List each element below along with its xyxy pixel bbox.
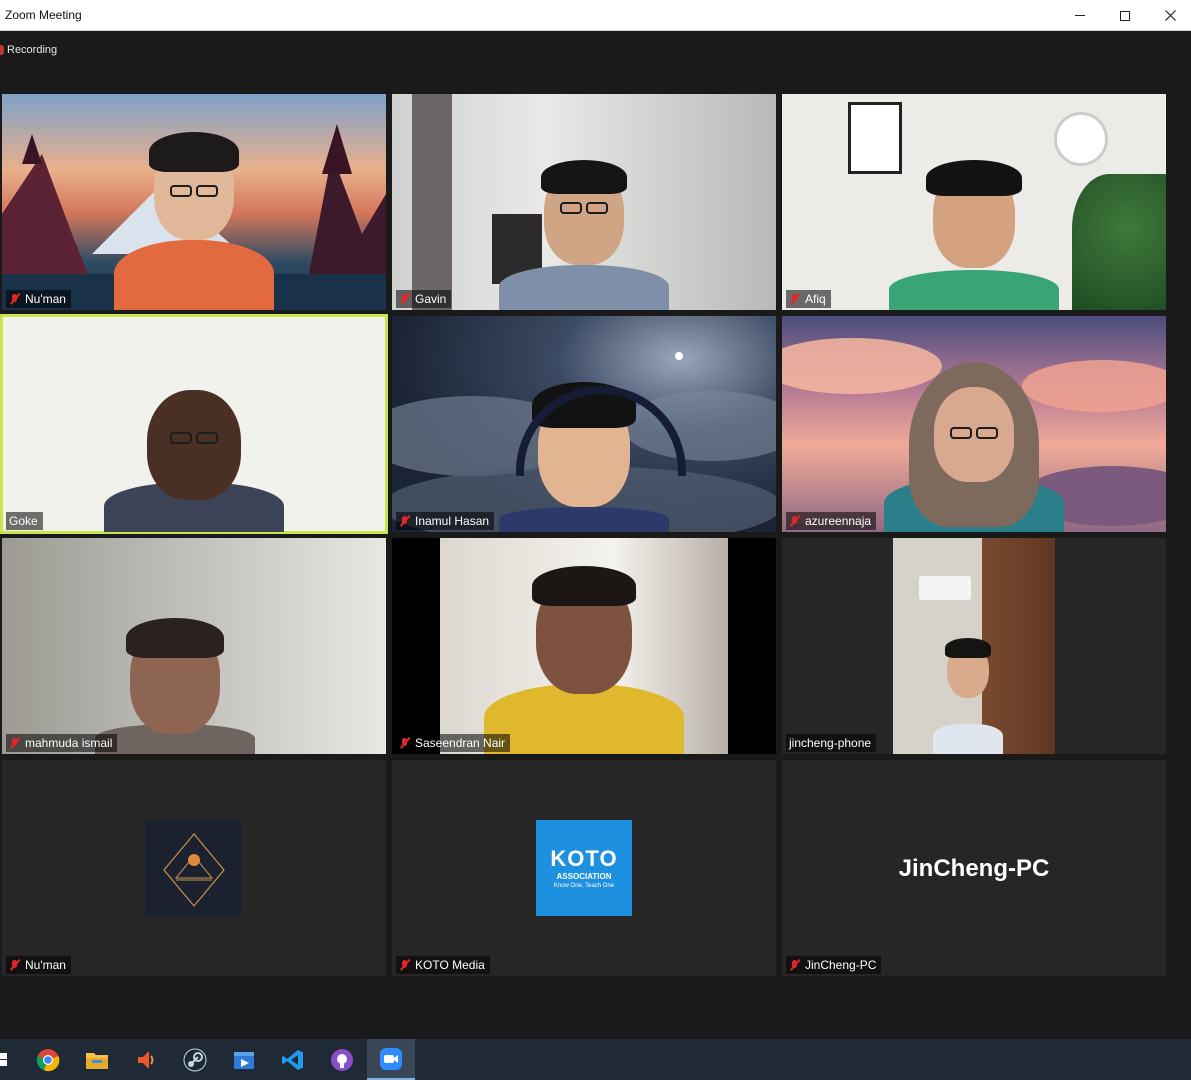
taskbar-audio-app[interactable] [122,1039,170,1080]
participant-name-tag: jincheng-phone [786,734,877,752]
participant-name: jincheng-phone [789,736,872,750]
participant-video [884,140,1064,310]
participant-name: JinCheng-PC [805,958,877,972]
koto-logo-tagline: Know One, Teach One [553,883,615,889]
maximize-icon [1120,10,1130,21]
taskbar-steam[interactable] [171,1039,219,1080]
participant-video [879,342,1069,532]
video-tile[interactable]: azureennaja [782,316,1166,532]
github-icon [331,1048,353,1071]
recording-label: Recording [7,44,58,56]
participant-name: Saseendran Nair [415,736,506,750]
steam-icon [183,1048,207,1071]
taskbar-video-editor[interactable] [220,1039,268,1080]
video-tile[interactable]: Inamul Hasan [392,316,776,532]
taskbar-zoom[interactable] [367,1039,415,1080]
participant-name-tag: Goke [6,512,43,530]
zoom-icon [380,1047,402,1070]
participant-video [933,638,1003,754]
participant-name-tag: azureennaja [786,512,877,530]
video-tile[interactable]: jincheng-phone [782,538,1166,754]
window-title: Zoom Meeting [5,8,82,22]
koto-logo: KOTO ASSOCIATION Know One, Teach One [536,820,632,916]
muted-mic-icon [789,515,801,527]
participant-name-tag: Inamul Hasan [396,512,495,530]
participant-video [104,362,284,532]
participant-name: Nu'man [25,958,66,972]
recording-dot-icon [0,45,4,55]
participant-name-tag: Gavin [396,290,452,308]
muted-mic-icon [789,293,801,305]
participant-name: Gavin [415,292,447,306]
air-conditioner [919,576,971,600]
participant-name-tag: mahmuda ismail [6,734,118,752]
profile-picture [146,820,242,916]
window-title-bar: Zoom Meeting [0,0,1191,31]
video-tile[interactable]: Nu'man [2,94,386,310]
muted-mic-icon [399,293,411,305]
video-tile[interactable]: Gavin [392,94,776,310]
participant-name: Inamul Hasan [415,514,490,528]
muted-mic-icon [9,959,21,971]
video-tile[interactable]: mahmuda ismail [2,538,386,754]
windows-start-button[interactable] [0,1039,12,1080]
video-tile[interactable]: Saseendran Nair [392,538,776,754]
muted-mic-icon [789,959,801,971]
participant-video [484,554,684,754]
chrome-icon [36,1048,60,1071]
participant-name: Nu'man [25,292,66,306]
participant-name-tag: Saseendran Nair [396,734,511,752]
muted-mic-icon [9,737,21,749]
video-tile-active-speaker[interactable]: Goke [0,314,388,534]
participant-name: mahmuda ismail [25,736,113,750]
taskbar [0,1039,1191,1080]
minimize-icon [1075,15,1085,16]
koto-logo-subtitle: ASSOCIATION [556,872,612,881]
vscode-icon [282,1049,303,1070]
taskbar-github-desktop[interactable] [318,1039,366,1080]
muted-mic-icon [399,959,411,971]
minimize-button[interactable] [1057,0,1103,31]
participant-name: Goke [9,514,38,528]
plant [1072,174,1166,310]
participant-name: Afiq [805,292,826,306]
mountain-logo-icon [163,833,225,907]
participant-video [109,110,279,310]
portrait-video-frame [893,538,1055,754]
koto-logo-title: KOTO [550,846,618,871]
participant-name: azureennaja [805,514,872,528]
taskbar-chrome[interactable] [24,1039,72,1080]
participant-name-tag: JinCheng-PC [786,956,882,974]
participant-name-tag: Afiq [786,290,831,308]
taskbar-vscode[interactable] [269,1039,317,1080]
taskbar-file-explorer[interactable] [73,1039,121,1080]
participant-display-name: JinCheng-PC [898,855,1050,882]
participant-name-tag: Nu'man [6,290,71,308]
close-button[interactable] [1147,0,1191,31]
muted-mic-icon [9,293,21,305]
participant-name-tag: KOTO Media [396,956,490,974]
video-tile[interactable]: Afiq [782,94,1166,310]
windows-logo-icon [0,1052,7,1066]
meeting-gallery: Recording Nu'man Gavin Afiq Goke Inamul … [0,31,1191,1039]
folder-icon [86,1052,108,1069]
recording-indicator[interactable]: Recording [0,41,57,59]
video-tile-no-video[interactable]: KOTO ASSOCIATION Know One, Teach One KOT… [392,760,776,976]
muted-mic-icon [399,737,411,749]
participant-video [90,594,260,754]
video-tile-no-video[interactable]: Nu'man [2,760,386,976]
participant-video [494,130,674,310]
participant-name: KOTO Media [415,958,485,972]
maximize-button[interactable] [1102,0,1148,31]
speaker-icon [138,1050,154,1069]
close-icon [1164,10,1176,21]
muted-mic-icon [399,515,411,527]
participant-name-tag: Nu'man [6,956,71,974]
video-tile-no-video[interactable]: JinCheng-PC JinCheng-PC [782,760,1166,976]
video-editor-icon [234,1051,254,1069]
curtain [412,94,452,310]
